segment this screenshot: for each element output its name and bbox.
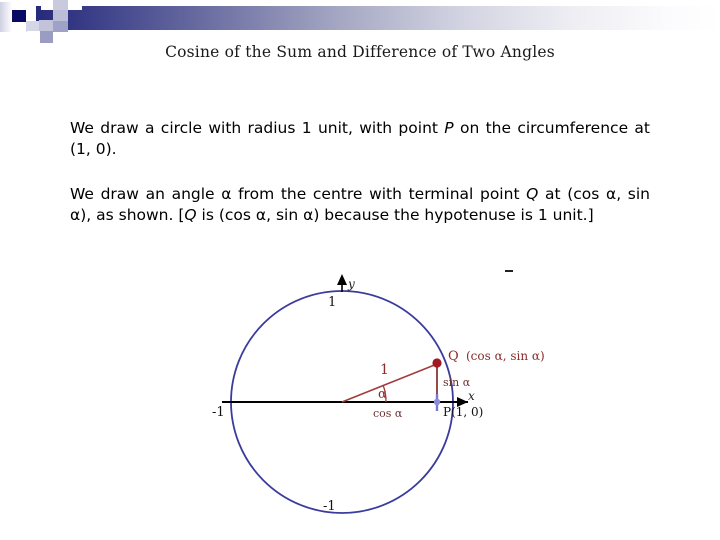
header-square-white-3 (68, 0, 82, 10)
point-q-label: Q (448, 349, 459, 364)
paragraph-one: We draw a circle with radius 1 unit, wit… (70, 118, 650, 160)
hypotenuse-length-label: 1 (380, 362, 389, 378)
header-square-medium-1 (40, 31, 53, 43)
paragraph-two-italic-q-1: Q (526, 185, 539, 203)
paragraph-one-text-a: We draw a circle with radius 1 unit, wit… (70, 119, 445, 137)
header-square-light-4 (53, 10, 68, 21)
point-p-marker (433, 398, 441, 406)
y-axis-arrowhead (337, 274, 347, 285)
point-q-coords-label: (cos α, sin α) (466, 349, 545, 363)
page-title: Cosine of the Sum and Difference of Two … (165, 43, 555, 61)
header-square-fade (0, 2, 12, 32)
y-tick-bottom-label: -1 (323, 499, 336, 514)
paragraph-one-italic-p: P (444, 119, 454, 137)
opposite-side-label: sin α (443, 376, 471, 389)
paragraph-two: We draw an angle α from the centre with … (70, 184, 650, 226)
y-tick-top-label: 1 (328, 295, 336, 310)
paragraph-two-text-a: We draw an angle α from the centre with … (70, 185, 527, 203)
point-p-label: P(1, 0) (443, 405, 483, 419)
header-gradient-bar (36, 6, 720, 30)
adjacent-side-label: cos α (373, 407, 403, 420)
header-square-white-2 (27, 31, 40, 43)
x-axis-label: x (468, 389, 475, 403)
unit-circle-diagram: y x 1 -1 -1 Q (cos α, sin α) P(1, 0) 1 α… (200, 262, 560, 530)
header-square-white-1 (41, 0, 53, 10)
slide-header-decoration (0, 0, 720, 44)
x-tick-left-label: -1 (212, 405, 225, 420)
y-axis-label: y (347, 277, 355, 291)
angle-alpha-label: α (378, 387, 387, 402)
header-square-light-3 (53, 0, 68, 10)
hypotenuse-segment (341, 363, 438, 403)
point-q-marker (432, 358, 442, 368)
paragraph-two-text-c: is (cos α, sin α) because the hypotenuse… (196, 206, 594, 224)
paragraph-two-italic-q-2: Q (184, 206, 197, 224)
header-square-medium-2 (53, 21, 68, 32)
header-square-navy (12, 10, 26, 22)
